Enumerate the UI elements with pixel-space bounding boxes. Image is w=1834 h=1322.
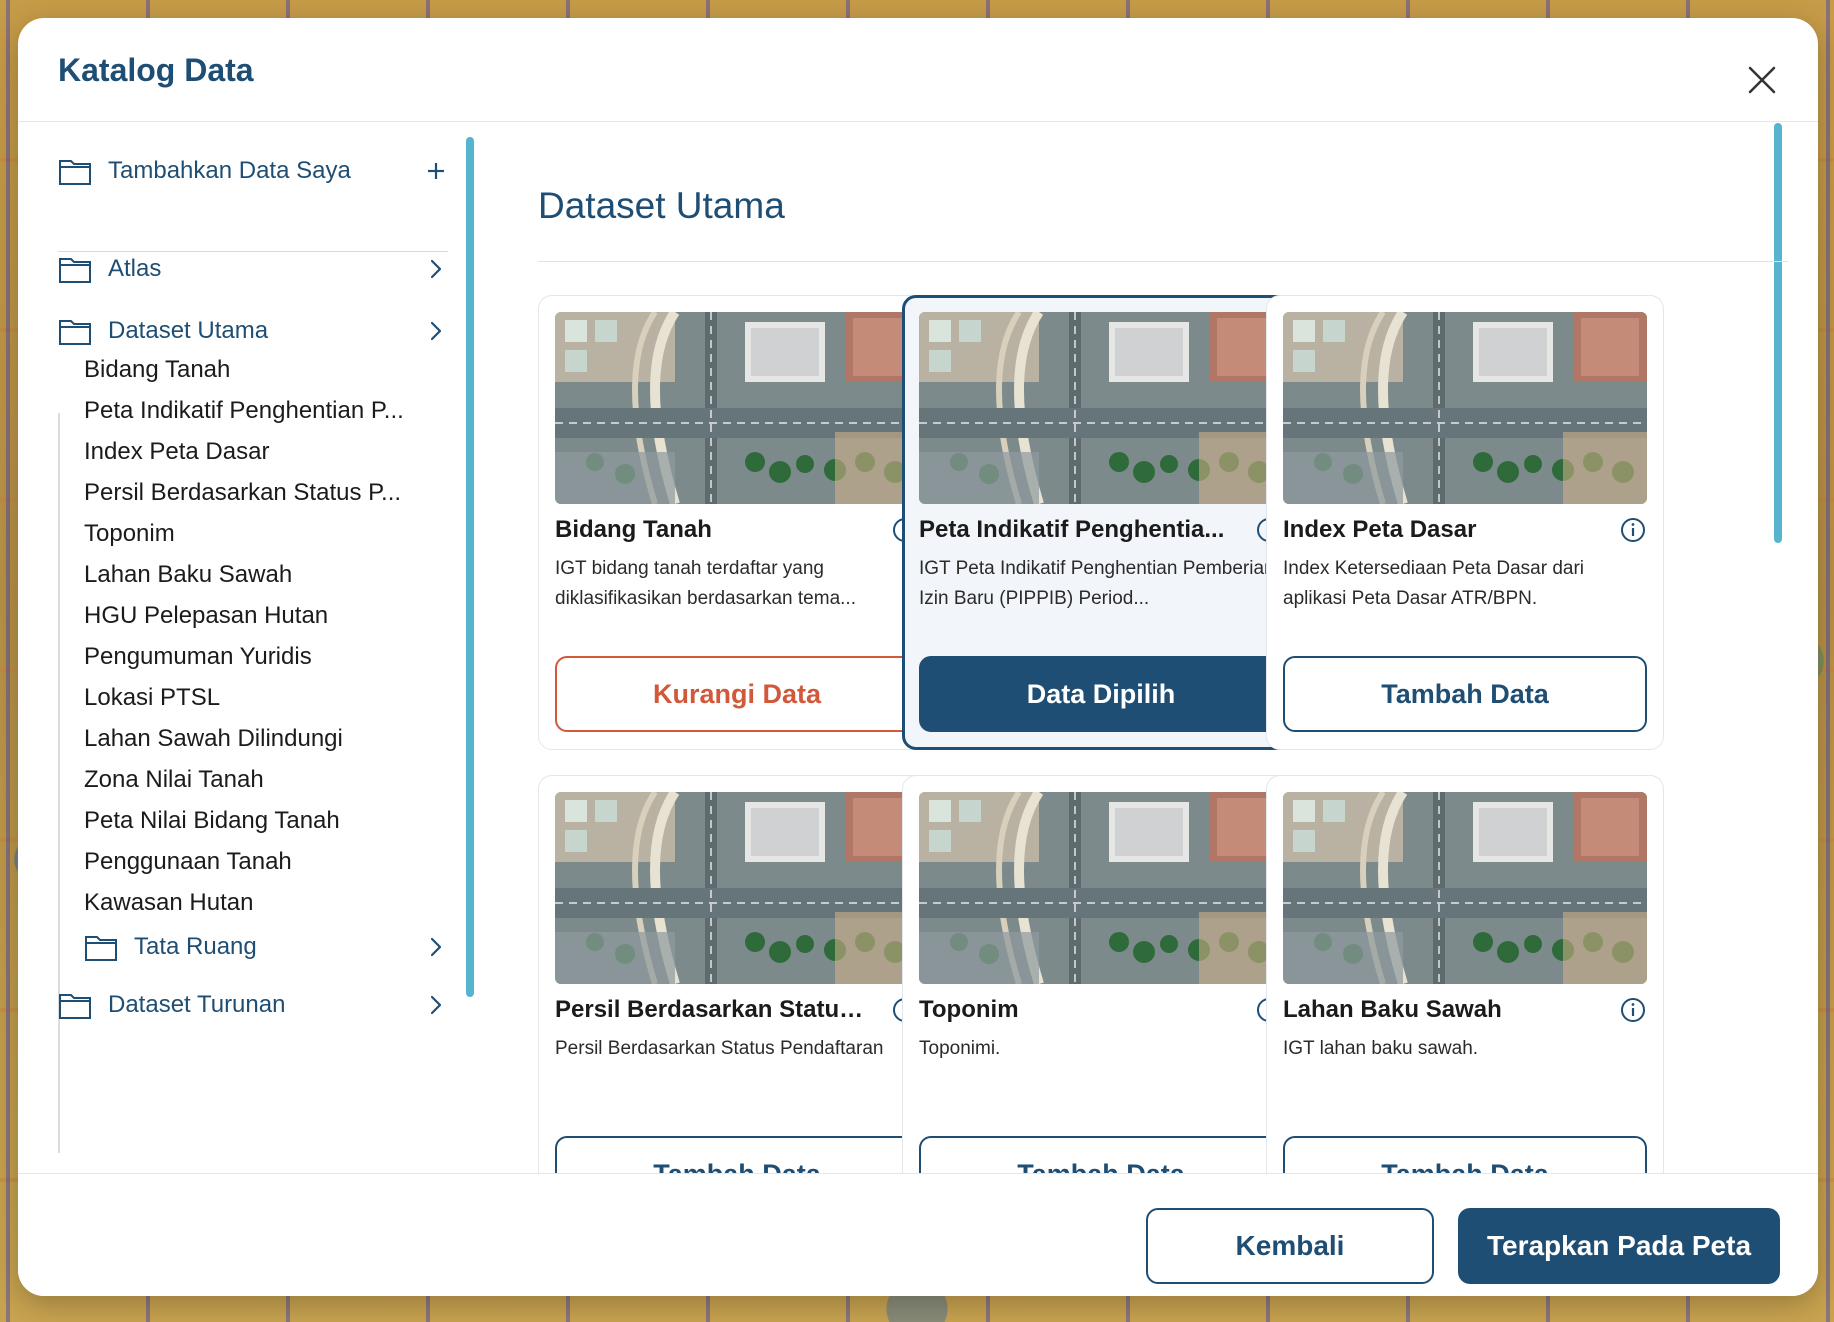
sidebar-subitem[interactable]: Pengumuman Yuridis: [84, 637, 444, 677]
dialog-title: Katalog Data: [58, 52, 254, 88]
sidebar-item-label: Tambahkan Data Saya: [108, 157, 351, 184]
dataset-thumbnail: [555, 312, 919, 504]
dataset-description: IGT lahan baku sawah.: [1283, 1038, 1479, 1059]
dataset-title: Toponim: [919, 996, 1019, 1023]
aerial-photo-image: [1283, 792, 1647, 984]
close-icon: [1748, 66, 1776, 94]
dataset-title: Index Peta Dasar: [1283, 516, 1477, 543]
catalog-sidebar: Tambahkan Data Saya Atlas Dataset Utama: [18, 123, 488, 1173]
info-icon[interactable]: [1619, 996, 1647, 1024]
chevron-right-icon: [430, 259, 442, 279]
back-button[interactable]: Kembali: [1146, 1208, 1434, 1284]
sidebar-item-dataset-turunan[interactable]: Dataset Turunan: [58, 983, 448, 1027]
sidebar-subitem[interactable]: Penggunaan Tanah: [84, 842, 444, 882]
dataset-title: Bidang Tanah: [555, 516, 712, 543]
sidebar-item-tata-ruang[interactable]: Tata Ruang: [84, 925, 448, 969]
dataset-description: Index Ketersediaan Peta Dasar dari aplik…: [1283, 558, 1585, 609]
section-title: Dataset Utama: [538, 185, 785, 226]
dataset-card[interactable]: Lahan Baku Sawah IGT lahan baku sawah. T…: [1266, 775, 1664, 1173]
sidebar-subitem[interactable]: Lahan Baku Sawah: [84, 555, 444, 595]
close-button[interactable]: [1742, 60, 1782, 100]
sidebar-subitem[interactable]: Peta Nilai Bidang Tanah: [84, 801, 444, 841]
chevron-right-icon: [430, 937, 442, 957]
folder-icon: [85, 936, 117, 961]
aerial-photo-image: [555, 792, 919, 984]
plus-icon[interactable]: [424, 159, 448, 183]
dataset-description: Toponimi.: [919, 1038, 1001, 1059]
dataset-card[interactable]: Index Peta Dasar Index Ketersediaan Peta…: [1266, 295, 1664, 750]
dataset-panel: Dataset Utama Bidang Tanah IGT bidang ta…: [488, 123, 1788, 1173]
dataset-card[interactable]: Toponim Toponimi. Tambah Data: [902, 775, 1300, 1173]
sidebar-item-dataset-utama[interactable]: Dataset Utama: [58, 309, 448, 353]
chevron-right-icon: [430, 995, 442, 1015]
sidebar-subitem[interactable]: Persil Berdasarkan Status P...: [84, 473, 444, 513]
dataset-description: Persil Berdasarkan Status Pendaftaran: [555, 1038, 884, 1059]
aerial-photo-image: [555, 312, 919, 504]
sidebar-item-add-my-data[interactable]: Tambahkan Data Saya: [58, 149, 448, 193]
dataset-thumbnail: [1283, 792, 1647, 984]
dataset-card[interactable]: Bidang Tanah IGT bidang tanah terdaftar …: [538, 295, 936, 750]
sidebar-subitem[interactable]: Lahan Sawah Dilindungi: [84, 719, 444, 759]
sidebar-subitem[interactable]: HGU Pelepasan Hutan: [84, 596, 444, 636]
sidebar-item-label: Tata Ruang: [134, 933, 257, 960]
dataset-description: IGT Peta Indikatif Penghentian Pemberian…: [919, 558, 1275, 609]
catalog-dialog: Katalog Data Tambahkan Data Saya Atlas D…: [18, 18, 1818, 1296]
sidebar-item-label: Dataset Turunan: [108, 991, 286, 1018]
section-divider: [538, 261, 1788, 262]
folder-icon: [59, 258, 91, 283]
sidebar-subitem[interactable]: Toponim: [84, 514, 444, 554]
sidebar-item-label: Atlas: [108, 255, 162, 282]
dataset-thumbnail: [1283, 312, 1647, 504]
folder-icon: [59, 160, 91, 185]
info-icon[interactable]: [1619, 516, 1647, 544]
dataset-thumbnail: [555, 792, 919, 984]
folder-icon: [59, 994, 91, 1019]
sidebar-subitem[interactable]: Kawasan Hutan: [84, 883, 444, 923]
dialog-footer: Kembali Terapkan Pada Peta: [18, 1173, 1818, 1296]
aerial-photo-image: [919, 312, 1283, 504]
dialog-header: Katalog Data: [18, 18, 1818, 122]
data-selected-button[interactable]: Data Dipilih: [919, 656, 1283, 732]
sidebar-item-label: Dataset Utama: [108, 317, 269, 344]
dataset-description: IGT bidang tanah terdaftar yang diklasif…: [555, 558, 856, 609]
sidebar-scrollbar[interactable]: [466, 137, 474, 997]
add-data-button[interactable]: Tambah Data: [1283, 656, 1647, 732]
dataset-thumbnail: [919, 312, 1283, 504]
main-scrollbar[interactable]: [1774, 123, 1782, 543]
dataset-title: Peta Indikatif Penghentia...: [919, 516, 1225, 543]
sidebar-subitem[interactable]: Bidang Tanah: [84, 350, 444, 390]
dataset-thumbnail: [919, 792, 1283, 984]
sidebar-subitem[interactable]: Lokasi PTSL: [84, 678, 444, 718]
dataset-card[interactable]: Peta Indikatif Penghentia... IGT Peta In…: [902, 295, 1300, 750]
aerial-photo-image: [1283, 312, 1647, 504]
dataset-title: Persil Berdasarkan Status ...: [555, 996, 875, 1023]
sidebar-subitem[interactable]: Peta Indikatif Penghentian P...: [84, 391, 444, 431]
dataset-card[interactable]: Persil Berdasarkan Status ... Persil Ber…: [538, 775, 936, 1173]
aerial-photo-image: [919, 792, 1283, 984]
apply-to-map-button[interactable]: Terapkan Pada Peta: [1458, 1208, 1780, 1284]
add-data-button[interactable]: Tambah Data: [919, 1136, 1283, 1173]
tree-guide-line: [58, 413, 60, 1153]
sidebar-subitem[interactable]: Index Peta Dasar: [84, 432, 444, 472]
folder-icon: [59, 320, 91, 345]
remove-data-button[interactable]: Kurangi Data: [555, 656, 919, 732]
add-data-button[interactable]: Tambah Data: [1283, 1136, 1647, 1173]
sidebar-subitem[interactable]: Zona Nilai Tanah: [84, 760, 444, 800]
add-data-button[interactable]: Tambah Data: [555, 1136, 919, 1173]
sidebar-item-atlas[interactable]: Atlas: [58, 247, 448, 291]
dataset-title: Lahan Baku Sawah: [1283, 996, 1502, 1023]
chevron-right-icon: [430, 321, 442, 341]
